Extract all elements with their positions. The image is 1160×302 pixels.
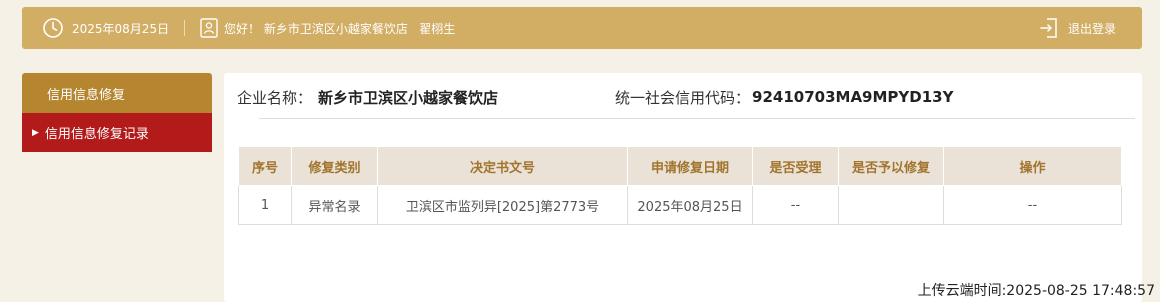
greeting-text: 您好！ 新乡市卫滨区小越家餐饮店 翟栩生 bbox=[224, 21, 456, 36]
col-header-decision-no: 决定书文号 bbox=[377, 146, 628, 186]
col-header-repaired: 是否予以修复 bbox=[838, 146, 944, 186]
date-text: 2025年08月25日 bbox=[72, 21, 170, 36]
table-header-row: 序号 修复类别 决定书文号 申请修复日期 是否受理 是否予以修复 操作 bbox=[238, 146, 1122, 186]
cell-index: 1 bbox=[238, 185, 292, 225]
col-header-accepted: 是否受理 bbox=[752, 146, 839, 186]
cell-category: 异常名录 bbox=[291, 185, 378, 225]
sidebar-item-label: 信用信息修复记录 bbox=[44, 127, 149, 142]
logout-icon bbox=[1040, 17, 1060, 39]
date-display: 2025年08月25日 bbox=[42, 7, 169, 49]
cell-accepted: -- bbox=[752, 185, 839, 225]
company-name: 新乡市卫滨区小越家餐饮店 bbox=[318, 88, 499, 107]
clock-icon bbox=[42, 17, 64, 39]
cell-decision-no: 卫滨区市监列异[2025]第2773号 bbox=[377, 185, 628, 225]
credit-code-row: 统一社会信用代码： 92410703MA9MPYD13Y bbox=[615, 86, 953, 108]
sidebar: 信用信息修复 ▶ 信用信息修复记录 bbox=[22, 73, 212, 152]
top-bar: 2025年08月25日 您好！ 新乡市卫滨区小越家餐饮店 翟栩生 退出登录 bbox=[22, 7, 1142, 49]
main-panel: 企业名称： 新乡市卫滨区小越家餐饮店 统一社会信用代码： 92410703MA9… bbox=[224, 73, 1142, 302]
repair-records-table: 序号 修复类别 决定书文号 申请修复日期 是否受理 是否予以修复 操作 1 异常… bbox=[238, 146, 1122, 225]
cell-apply-date: 2025年08月25日 bbox=[627, 185, 753, 225]
topbar-divider bbox=[184, 20, 185, 36]
col-header-index: 序号 bbox=[238, 146, 292, 186]
col-header-category: 修复类别 bbox=[291, 146, 378, 186]
sidebar-item-repair-records[interactable]: ▶ 信用信息修复记录 bbox=[22, 113, 212, 152]
credit-code: 92410703MA9MPYD13Y bbox=[752, 88, 954, 106]
user-greeting: 您好！ 新乡市卫滨区小越家餐饮店 翟栩生 bbox=[200, 7, 455, 49]
cell-action: -- bbox=[943, 185, 1122, 225]
caret-right-icon: ▶ bbox=[32, 127, 39, 138]
logout-button[interactable]: 退出登录 bbox=[1040, 7, 1116, 49]
company-name-label: 企业名称： bbox=[237, 88, 313, 107]
table-row: 1 异常名录 卫滨区市监列异[2025]第2773号 2025年08月25日 -… bbox=[238, 185, 1122, 225]
logout-label: 退出登录 bbox=[1067, 21, 1116, 36]
credit-code-label: 统一社会信用代码： bbox=[615, 88, 751, 107]
company-name-row: 企业名称： 新乡市卫滨区小越家餐饮店 bbox=[237, 86, 498, 108]
divider bbox=[259, 118, 1135, 119]
cell-repaired bbox=[838, 185, 944, 225]
upload-time: 上传云端时间:2025-08-25 17:48:57 bbox=[917, 283, 1155, 299]
col-header-apply-date: 申请修复日期 bbox=[627, 146, 753, 186]
col-header-action: 操作 bbox=[943, 146, 1122, 186]
user-id-icon bbox=[200, 18, 218, 38]
sidebar-header[interactable]: 信用信息修复 bbox=[22, 73, 212, 113]
